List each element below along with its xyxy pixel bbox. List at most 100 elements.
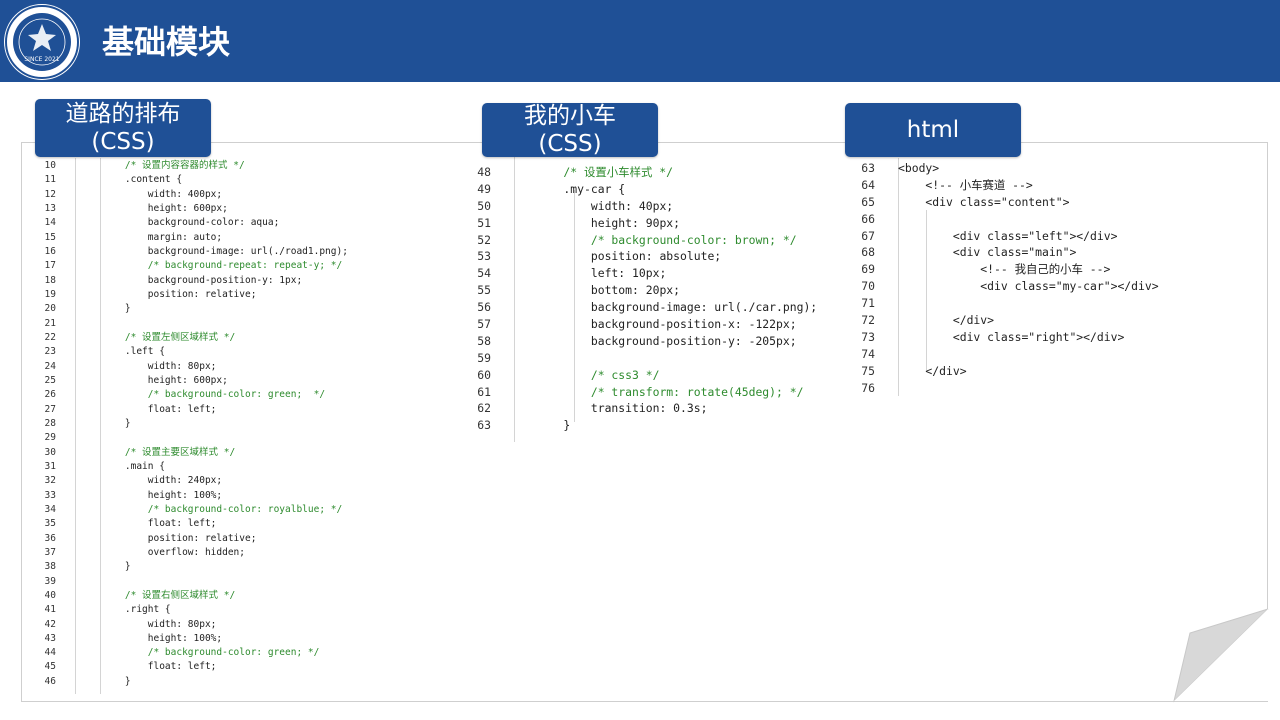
- code-line: 22 /* 设置左侧区域样式 */: [22, 331, 462, 345]
- line-number: 60: [477, 367, 491, 382]
- code-text: <!-- 小车赛道 -->: [898, 177, 1033, 192]
- code-line: 14 background-color: aqua;: [22, 216, 462, 230]
- code-line: 44 /* background-color: green; */: [22, 646, 462, 660]
- code-line: 24 width: 80px;: [22, 360, 462, 374]
- line-number: 52: [477, 232, 491, 247]
- code-text: <div class="my-car"></div>: [898, 279, 1159, 294]
- line-number: 55: [477, 283, 491, 298]
- code-text: <body>: [898, 161, 940, 175]
- line-number: 19: [44, 288, 56, 300]
- line-number: 63: [477, 418, 491, 433]
- code-line: 73 <div class="right"></div>: [845, 329, 1245, 346]
- code-line: 28 }: [22, 417, 462, 431]
- code-text: float: left;: [102, 518, 217, 530]
- line-number: 11: [44, 174, 56, 186]
- code-line: 43 height: 100%;: [22, 632, 462, 646]
- code-text: .main {: [102, 460, 165, 472]
- line-number: 71: [861, 296, 875, 311]
- code-line: 33 height: 100%;: [22, 489, 462, 503]
- code-panel-html: 63 <body> 64 <!-- 小车赛道 --> 65 <div class="c…: [845, 160, 1245, 396]
- label-line: (CSS): [91, 129, 155, 155]
- code-line: 68 <div class="main">: [845, 244, 1245, 261]
- code-line: 21: [22, 317, 462, 331]
- code-line: 50 width: 40px;: [463, 198, 843, 215]
- line-number: 66: [861, 211, 875, 226]
- code-line: 30 /* 设置主要区域样式 */: [22, 446, 462, 460]
- code-text: background-color: aqua;: [102, 217, 280, 229]
- code-line: 59: [463, 350, 843, 367]
- code-line: 57 background-position-x: -122px;: [463, 316, 843, 333]
- line-number: 49: [477, 181, 491, 196]
- code-line: 63 <body>: [845, 160, 1245, 177]
- code-line: 66: [845, 211, 1245, 228]
- line-number: 63: [861, 161, 875, 175]
- code-line: 55 bottom: 20px;: [463, 282, 843, 299]
- code-line: 15 margin: auto;: [22, 231, 462, 245]
- university-seal-icon: SINCE 2021: [4, 4, 80, 80]
- code-text: .left {: [102, 346, 165, 358]
- line-number: 12: [44, 188, 56, 200]
- page-curl: [1173, 608, 1269, 703]
- code-line: 53 position: absolute;: [463, 248, 843, 265]
- code-text: float: left;: [102, 403, 217, 415]
- code-text: /* css3 */: [536, 367, 660, 382]
- line-number: 65: [861, 194, 875, 209]
- line-number: 74: [861, 346, 875, 361]
- code-text: height: 600px;: [102, 374, 228, 386]
- code-line: 61 /* transform: rotate(45deg); */: [463, 384, 843, 401]
- code-line: 75 </div>: [845, 363, 1245, 380]
- line-number: 46: [44, 675, 56, 687]
- label-html: html: [845, 103, 1021, 157]
- code-line: 51 height: 90px;: [463, 215, 843, 232]
- svg-text:SINCE 2021: SINCE 2021: [24, 56, 59, 63]
- code-text: /* background-repeat: repeat-y; */: [102, 260, 343, 272]
- code-line: 23 .left {: [22, 345, 462, 359]
- code-text: }: [102, 675, 131, 687]
- code-text: width: 240px;: [102, 475, 223, 487]
- line-number: 20: [44, 303, 56, 315]
- code-line: 45 float: left;: [22, 660, 462, 674]
- code-line: 70 <div class="my-car"></div>: [845, 278, 1245, 295]
- code-line: 41 .right {: [22, 603, 462, 617]
- code-line: 18 background-position-y: 1px;: [22, 274, 462, 288]
- code-line: 67 <div class="left"></div>: [845, 228, 1245, 245]
- line-number: 18: [44, 274, 56, 286]
- code-text: background-position-y: -205px;: [536, 333, 797, 348]
- line-number: 70: [861, 279, 875, 294]
- line-number: 35: [44, 518, 56, 530]
- line-number: 69: [861, 262, 875, 277]
- line-number: 15: [44, 231, 56, 243]
- code-text: <!-- 我自己的小车 -->: [898, 262, 1111, 277]
- code-text: background-image: url(./road1.png);: [102, 245, 348, 257]
- line-number: 33: [44, 489, 56, 501]
- code-line: 64 <!-- 小车赛道 -->: [845, 177, 1245, 194]
- code-line: 12 width: 400px;: [22, 188, 462, 202]
- line-number: 28: [44, 417, 56, 429]
- code-text: .my-car {: [536, 181, 626, 196]
- label-car-css: 我的小车 (CSS): [482, 103, 658, 157]
- code-text: <div class="left"></div>: [898, 228, 1118, 243]
- code-text: height: 100%;: [102, 632, 223, 644]
- code-text: </div>: [898, 313, 995, 328]
- line-number: 43: [44, 632, 56, 644]
- label-line: 我的小车: [524, 103, 616, 129]
- line-number: 17: [44, 260, 56, 272]
- code-line: 38 }: [22, 560, 462, 574]
- line-number: 27: [44, 403, 56, 415]
- line-number: 68: [861, 245, 875, 260]
- label-line: html: [906, 117, 960, 143]
- code-line: 16 background-image: url(./road1.png);: [22, 245, 462, 259]
- code-text: }: [536, 418, 571, 433]
- code-text: .right {: [102, 604, 171, 616]
- line-number: 13: [44, 202, 56, 214]
- code-text: /* background-color: royalblue; */: [102, 503, 343, 515]
- code-text: position: absolute;: [536, 249, 722, 264]
- code-line: 35 float: left;: [22, 517, 462, 531]
- line-number: 40: [44, 589, 56, 601]
- code-line: 27 float: left;: [22, 403, 462, 417]
- code-text: <div class="right"></div>: [898, 329, 1125, 344]
- code-line: 20 }: [22, 302, 462, 316]
- code-line: 10 /* 设置内容容器的样式 */: [22, 159, 462, 173]
- code-line: 17 /* background-repeat: repeat-y; */: [22, 259, 462, 273]
- code-text: transition: 0.3s;: [536, 401, 708, 416]
